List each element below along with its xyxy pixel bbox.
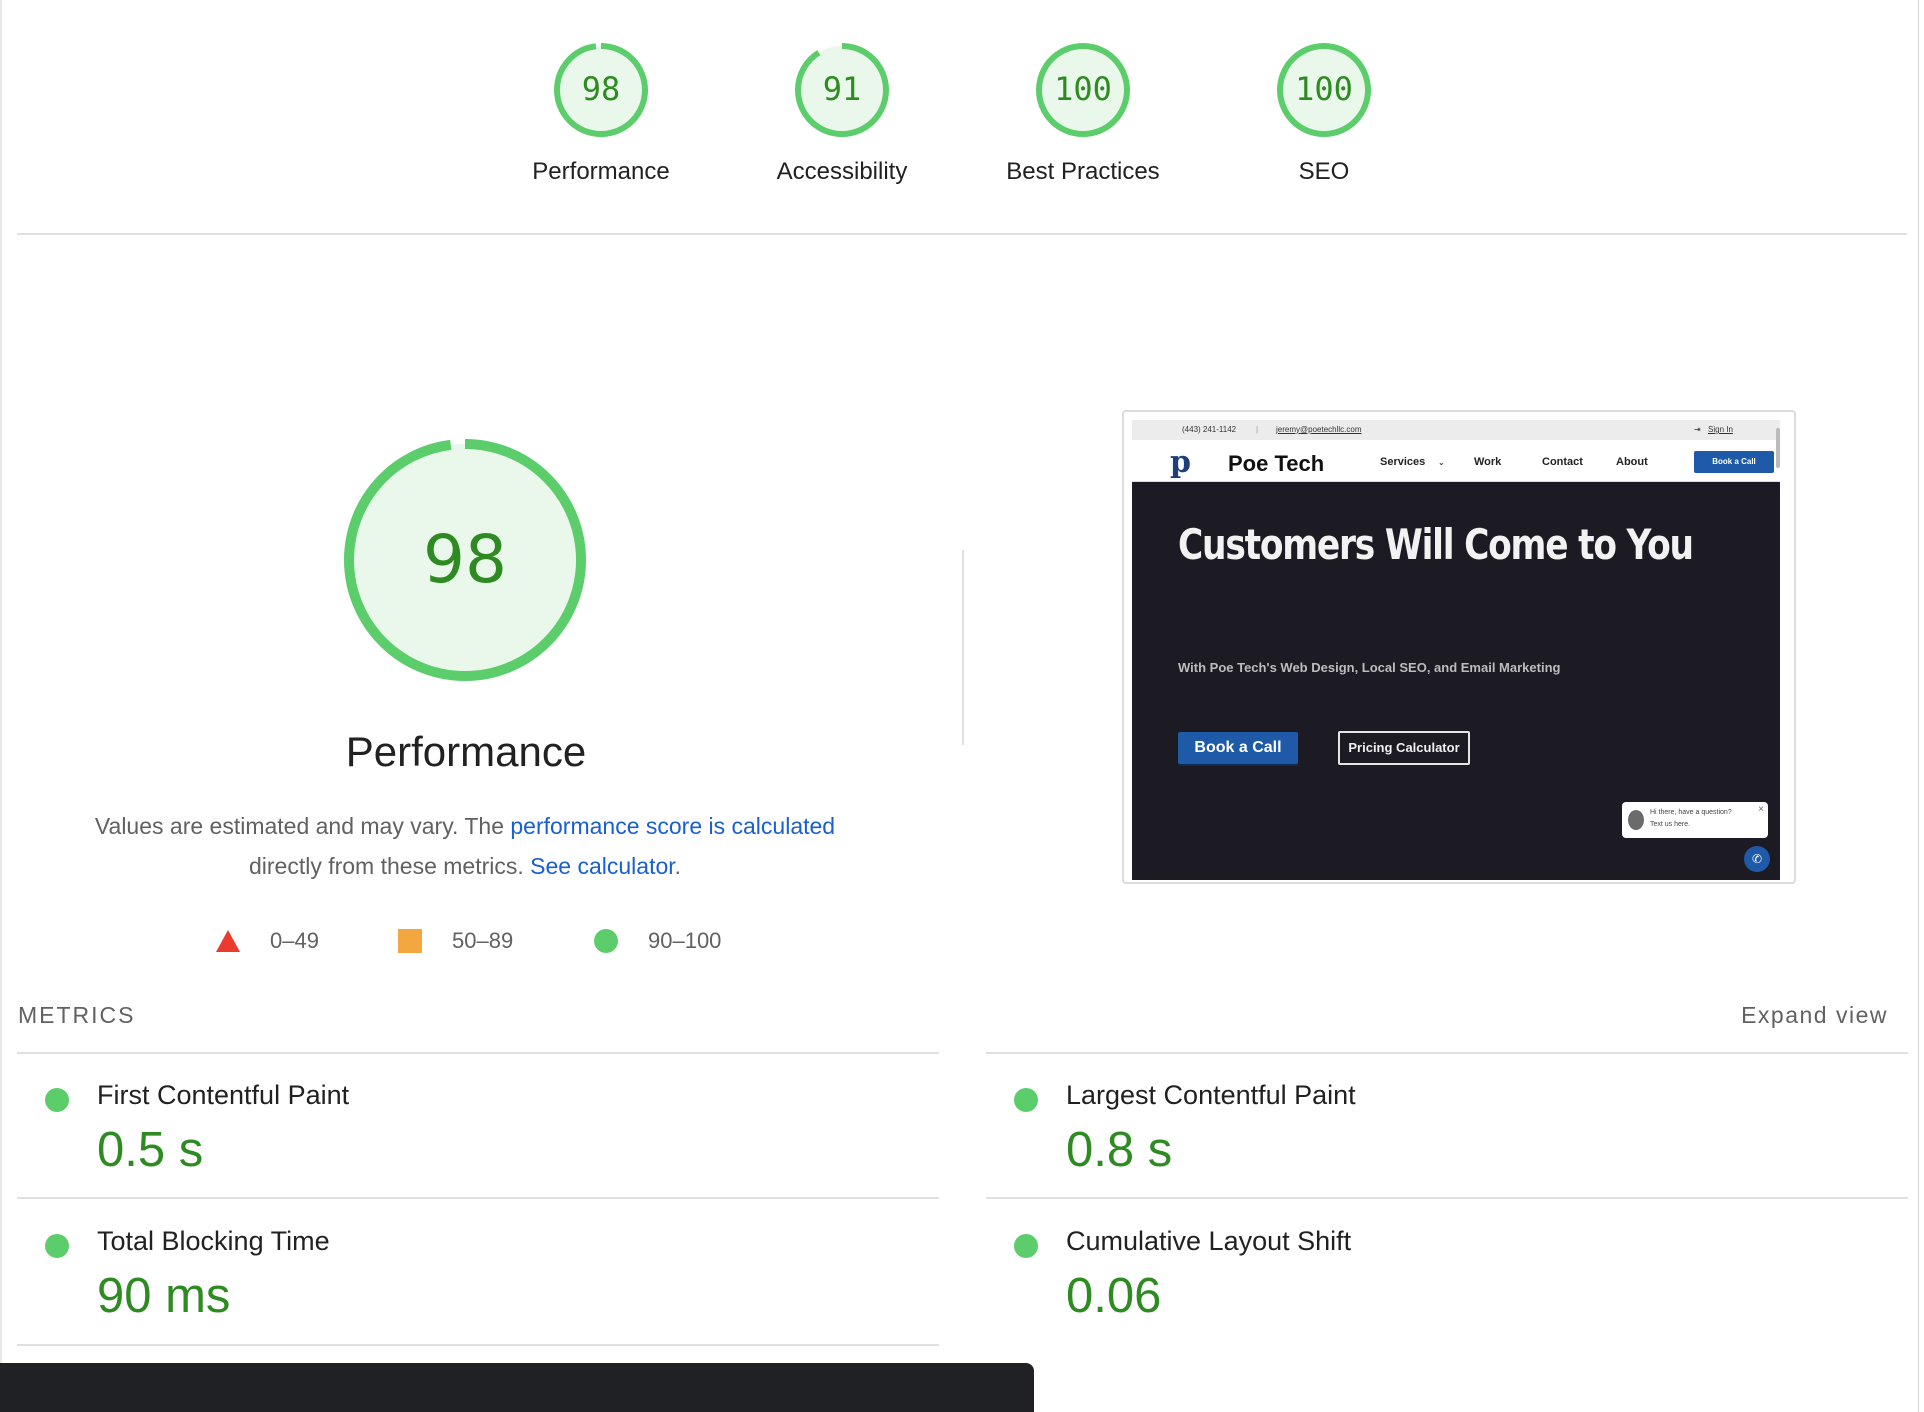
metric-divider (17, 1344, 939, 1346)
chat-line: Text us here. (1650, 821, 1691, 828)
performance-score: 98 (423, 521, 507, 598)
left-border (0, 0, 2, 1412)
gauge-accessibility[interactable]: 91 Accessibility (722, 40, 962, 186)
metric-name: Largest Contentful Paint (1066, 1080, 1356, 1110)
performance-gauge: 98 (344, 439, 586, 681)
gauge-label: Performance (532, 158, 670, 185)
legend-range: 0–49 (270, 928, 319, 953)
gauge-label: Accessibility (776, 158, 908, 185)
close-icon: × (1758, 804, 1764, 815)
sign-in-icon: ⇥ (1694, 425, 1701, 434)
pass-circle-icon (45, 1234, 69, 1258)
site-sign-in: Sign In (1708, 425, 1733, 434)
gauge-best-practices[interactable]: 100 Best Practices (963, 40, 1203, 186)
site-pricing-button: Pricing Calculator (1338, 731, 1470, 765)
legend-average: 50–89 (398, 928, 513, 954)
site-scrollbar (1776, 428, 1780, 468)
chevron-down-icon: ⌄ (1438, 458, 1445, 467)
score-legend: 0–49 50–89 90–100 (0, 924, 930, 958)
pass-circle-icon (1014, 1088, 1038, 1112)
pass-circle-icon (1014, 1234, 1038, 1258)
lighthouse-report: 98 Performance 91 Accessibility 100 Best… (0, 0, 1924, 1412)
legend-pass: 90–100 (594, 928, 721, 954)
metric-name: First Contentful Paint (97, 1080, 350, 1110)
chat-line: Hi there, have a question? (1650, 809, 1732, 816)
site-email: jeremy@poetechllc.com (1276, 425, 1362, 434)
legend-range: 90–100 (648, 928, 722, 953)
metric-name: Cumulative Layout Shift (1066, 1226, 1352, 1256)
section-divider (17, 233, 1907, 235)
pass-circle-icon (45, 1088, 69, 1112)
site-logo-icon: p (1170, 445, 1191, 480)
metric-divider (986, 1052, 1908, 1054)
metric-value: 0.5 s (97, 1123, 204, 1177)
right-border (1918, 0, 1919, 1412)
site-book-call-button: Book a Call (1178, 732, 1298, 764)
performance-description: Values are estimated and may vary. The p… (60, 806, 870, 886)
site-hero-subtitle: With Poe Tech's Web Design, Local SEO, a… (1178, 660, 1561, 675)
avatar (1628, 810, 1644, 830)
site-hero-title: Customers Will Come to You (1178, 520, 1694, 569)
metric-divider (17, 1052, 939, 1054)
site-nav-work: Work (1474, 456, 1502, 468)
legend-range: 50–89 (452, 928, 514, 953)
site-nav-contact: Contact (1542, 456, 1583, 468)
metrics-heading: METRICS (18, 1002, 136, 1028)
gauge-ring-seo: 100 (1277, 43, 1371, 137)
gauge-ring-performance: 98 (554, 43, 648, 137)
vertical-divider (962, 550, 964, 745)
site-logo-text: Poe Tech (1228, 451, 1325, 476)
metric-divider (17, 1197, 939, 1199)
metric-value: 0.06 (1066, 1269, 1162, 1323)
triangle-icon (216, 930, 240, 952)
gauge-score: 100 (1054, 70, 1112, 108)
gauge-label: Best Practices (1006, 158, 1160, 185)
site-separator: | (1256, 425, 1259, 434)
see-calculator-link[interactable]: See calculator (530, 853, 674, 879)
gauge-score: 98 (582, 70, 621, 108)
expand-view-toggle[interactable]: Expand view (1741, 1002, 1888, 1029)
gauge-label: SEO (1298, 158, 1350, 185)
score-calculated-link[interactable]: performance score is calculated (510, 813, 835, 839)
final-screenshot[interactable]: (443) 241-1142 | jeremy@poetechllc.com ⇥… (1122, 410, 1796, 884)
gauge-ring-best-practices: 100 (1036, 43, 1130, 137)
gauge-performance[interactable]: 98 Performance (481, 40, 721, 186)
site-nav-about: About (1616, 456, 1648, 468)
circle-icon (594, 929, 618, 953)
site-phone: (443) 241-1142 (1182, 425, 1237, 434)
desc-text: Values are estimated and may vary. The (94, 813, 511, 839)
site-topbar: (443) 241-1142 | jeremy@poetechllc.com ⇥… (1132, 420, 1780, 440)
legend-fail: 0–49 (216, 928, 319, 954)
site-chat-bubble: Hi there, have a question? Text us here.… (1622, 802, 1768, 838)
gauge-score: 100 (1295, 70, 1353, 108)
metric-value: 0.8 s (1066, 1123, 1173, 1177)
site-nav-book-button: Book a Call (1694, 451, 1774, 473)
desc-text: directly from these metrics. (248, 853, 531, 879)
chat-icon: ✆ (1744, 846, 1770, 872)
site-nav-services: Services (1380, 456, 1426, 468)
square-icon (398, 929, 422, 953)
performance-title: Performance (345, 728, 587, 775)
gauge-seo[interactable]: 100 SEO (1204, 40, 1444, 186)
metric-value: 90 ms (97, 1269, 231, 1323)
desc-text: . (674, 853, 682, 879)
category-gauges: 98 Performance 91 Accessibility 100 Best… (0, 40, 1924, 210)
bottom-toolbar (0, 1363, 1034, 1412)
gauge-ring-accessibility: 91 (795, 43, 889, 137)
screenshot-viewport: (443) 241-1142 | jeremy@poetechllc.com ⇥… (1132, 420, 1780, 880)
site-nav: p Poe Tech Services ⌄ Work Contact About… (1132, 440, 1780, 482)
metric-name: Total Blocking Time (97, 1226, 330, 1256)
metric-divider (986, 1197, 1908, 1199)
gauge-score: 91 (823, 70, 862, 108)
